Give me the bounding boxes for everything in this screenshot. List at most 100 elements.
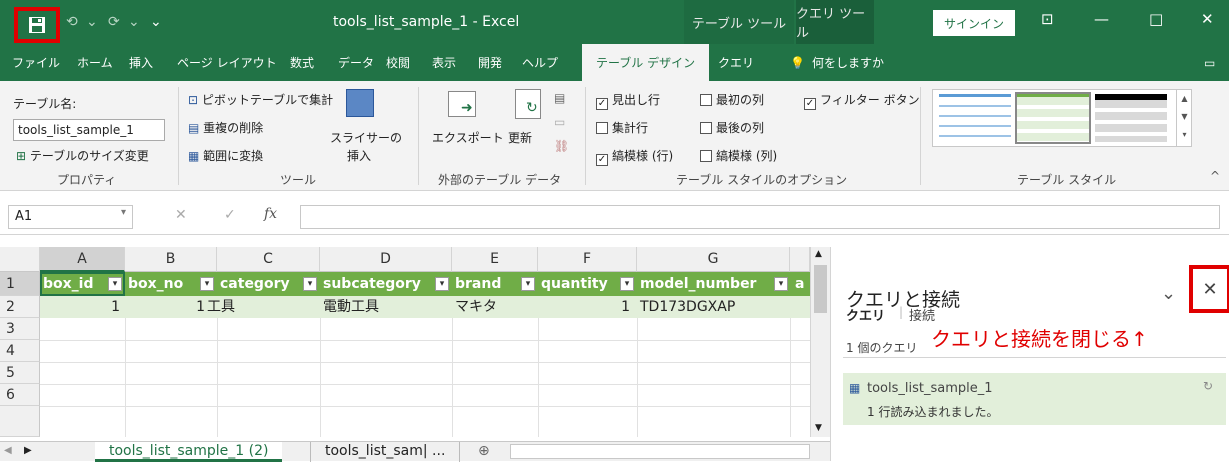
properties-small-icon[interactable]: ▤ xyxy=(554,91,565,105)
resize-table-button[interactable]: ⊞ テーブルのサイズ変更 xyxy=(16,147,149,164)
tab-help[interactable]: ヘルプ xyxy=(522,44,558,81)
style-swatch-black[interactable] xyxy=(1095,94,1167,142)
enter-icon[interactable]: ✓ xyxy=(224,207,236,223)
style-swatch-blue[interactable] xyxy=(939,94,1011,142)
undo-dropdown[interactable]: ⌄ xyxy=(86,14,98,30)
scroll-thumb[interactable] xyxy=(814,265,827,313)
name-box-dropdown-icon[interactable]: ▾ xyxy=(121,207,126,218)
insert-function-icon[interactable]: fx xyxy=(264,206,277,222)
slicer-label-1[interactable]: スライサーの xyxy=(330,129,402,146)
opt-banded-rows[interactable]: ✓ 縞模様 (行) xyxy=(596,147,673,166)
sheet-nav-right-icon[interactable]: ▶ xyxy=(24,442,32,462)
cell-d2[interactable]: 電動工具 xyxy=(323,296,443,318)
opt-banded-columns[interactable]: 縞模様 (列) xyxy=(700,147,777,164)
tab-home[interactable]: ホーム xyxy=(77,44,113,81)
refresh-button[interactable]: 更新 xyxy=(508,129,532,146)
signin-button[interactable]: サインイン xyxy=(933,10,1015,36)
minimize-button[interactable]: — xyxy=(1094,10,1109,28)
tab-table-design[interactable]: テーブル デザイン xyxy=(582,44,710,81)
scroll-down-icon[interactable]: ▼ xyxy=(815,423,822,433)
table-name-input[interactable]: tools_list_sample_1 xyxy=(13,119,165,141)
tab-insert[interactable]: 挿入 xyxy=(129,44,153,81)
pane-options-icon[interactable]: ⌄ xyxy=(1161,283,1176,304)
row-header-2[interactable]: 2 xyxy=(0,296,40,318)
slicer-label-2[interactable]: 挿入 xyxy=(347,147,371,164)
save-button[interactable] xyxy=(14,7,60,43)
row-header-3[interactable]: 3 xyxy=(0,318,40,340)
cell-a2[interactable]: 1 xyxy=(40,296,120,318)
column-header-c[interactable]: C xyxy=(217,247,320,272)
cell-c2[interactable]: 工具 xyxy=(207,296,307,318)
header-cell-subcategory[interactable]: subcategory xyxy=(320,272,452,296)
close-pane-button[interactable]: ✕ xyxy=(1189,265,1229,313)
style-swatch-green[interactable] xyxy=(1015,92,1091,144)
filter-dropdown[interactable]: ▾ xyxy=(620,277,634,291)
sheet-nav-left-icon[interactable]: ◀ xyxy=(4,442,12,462)
header-cell-model-number[interactable]: model_number xyxy=(637,272,790,296)
ribbon-display-icon[interactable]: ⊡ xyxy=(1041,10,1054,28)
export-button[interactable]: エクスポート xyxy=(432,129,504,146)
cell-b2[interactable]: 1 xyxy=(125,296,205,318)
refresh-query-icon[interactable]: ↻ xyxy=(1203,379,1213,393)
header-cell-partial[interactable]: a xyxy=(792,272,810,296)
convert-to-range-button[interactable]: ▦ 範囲に変換 xyxy=(188,147,263,164)
row-header-6[interactable]: 6 xyxy=(0,384,40,406)
filter-dropdown[interactable]: ▾ xyxy=(435,277,449,291)
cell-e2[interactable]: マキタ xyxy=(455,296,535,318)
name-box[interactable]: A1 xyxy=(8,205,133,229)
tab-file[interactable]: ファイル xyxy=(12,44,60,81)
tab-review[interactable]: 校閲 xyxy=(386,44,410,81)
sheet-tab-1[interactable]: tools_list_sample_1 (2) xyxy=(95,442,283,462)
maximize-button[interactable]: □ xyxy=(1149,10,1163,28)
horizontal-scrollbar[interactable] xyxy=(510,444,810,459)
comment-icon[interactable]: ▭ xyxy=(1204,44,1215,81)
pane-tab-queries[interactable]: クエリ xyxy=(846,305,885,324)
add-sheet-icon[interactable]: ⊕ xyxy=(478,442,490,462)
vertical-scrollbar[interactable]: ▲ ▼ xyxy=(810,247,830,437)
redo-dropdown[interactable]: ⌄ xyxy=(128,14,140,30)
style-gallery-scroll[interactable]: ▲ ▼ ▾ xyxy=(1176,90,1192,147)
customize-qat-button[interactable]: ⌄ xyxy=(150,14,162,30)
opt-total-row[interactable]: 集計行 xyxy=(596,119,648,136)
tab-developer[interactable]: 開発 xyxy=(478,44,502,81)
tell-me-search[interactable]: 何をしますか xyxy=(812,44,884,81)
unlink-icon[interactable]: ⛓ xyxy=(554,139,569,153)
worksheet-grid[interactable]: A B C D E F G 1 2 3 4 5 6 box_id ▾ box_n… xyxy=(0,247,830,437)
remove-duplicates-button[interactable]: ▤ 重複の削除 xyxy=(188,119,263,136)
undo-button[interactable]: ⟲ xyxy=(66,14,78,30)
pane-tab-connections[interactable]: 接続 xyxy=(909,305,935,324)
close-window-button[interactable]: ✕ xyxy=(1201,10,1214,28)
scroll-up-icon[interactable]: ▲ xyxy=(815,249,822,259)
column-header-f[interactable]: F xyxy=(538,247,637,272)
table-styles-gallery[interactable]: ▲ ▼ ▾ xyxy=(932,89,1192,147)
tab-formulas[interactable]: 数式 xyxy=(290,44,314,81)
row-header-1[interactable]: 1 xyxy=(0,272,40,296)
sheet-tab-2[interactable]: tools_list_sam| ... xyxy=(310,442,461,462)
column-header-g[interactable]: G xyxy=(637,247,790,272)
pivot-summary-button[interactable]: ⊡ ピボットテーブルで集計 xyxy=(188,91,333,108)
column-header-partial[interactable] xyxy=(790,247,810,272)
column-header-b[interactable]: B xyxy=(125,247,217,272)
opt-filter-button[interactable]: ✓ フィルター ボタン xyxy=(804,91,920,110)
query-item[interactable]: ▦ tools_list_sample_1 ↻ 1 行読み込まれました。 xyxy=(843,373,1226,425)
collapse-ribbon-icon[interactable]: ^ xyxy=(1210,169,1220,183)
column-header-e[interactable]: E xyxy=(452,247,538,272)
opt-first-column[interactable]: 最初の列 xyxy=(700,91,764,108)
tab-data[interactable]: データ xyxy=(338,44,374,81)
filter-dropdown[interactable]: ▾ xyxy=(521,277,535,291)
filter-dropdown[interactable]: ▾ xyxy=(108,277,122,291)
cell-g2[interactable]: TD173DGXAP xyxy=(640,296,790,318)
column-header-a[interactable]: A xyxy=(40,247,125,272)
opt-last-column[interactable]: 最後の列 xyxy=(700,119,764,136)
formula-input[interactable] xyxy=(300,205,1220,229)
row-header-4[interactable]: 4 xyxy=(0,340,40,362)
opt-header-row[interactable]: ✓ 見出し行 xyxy=(596,91,660,110)
cell-f2[interactable]: 1 xyxy=(538,296,630,318)
tab-page-layout[interactable]: ページ レイアウト xyxy=(177,44,277,81)
column-header-d[interactable]: D xyxy=(320,247,452,272)
filter-dropdown[interactable]: ▾ xyxy=(200,277,214,291)
select-all-corner[interactable] xyxy=(0,247,40,272)
row-header-5[interactable]: 5 xyxy=(0,362,40,384)
tab-view[interactable]: 表示 xyxy=(432,44,456,81)
tab-query[interactable]: クエリ xyxy=(718,44,754,81)
